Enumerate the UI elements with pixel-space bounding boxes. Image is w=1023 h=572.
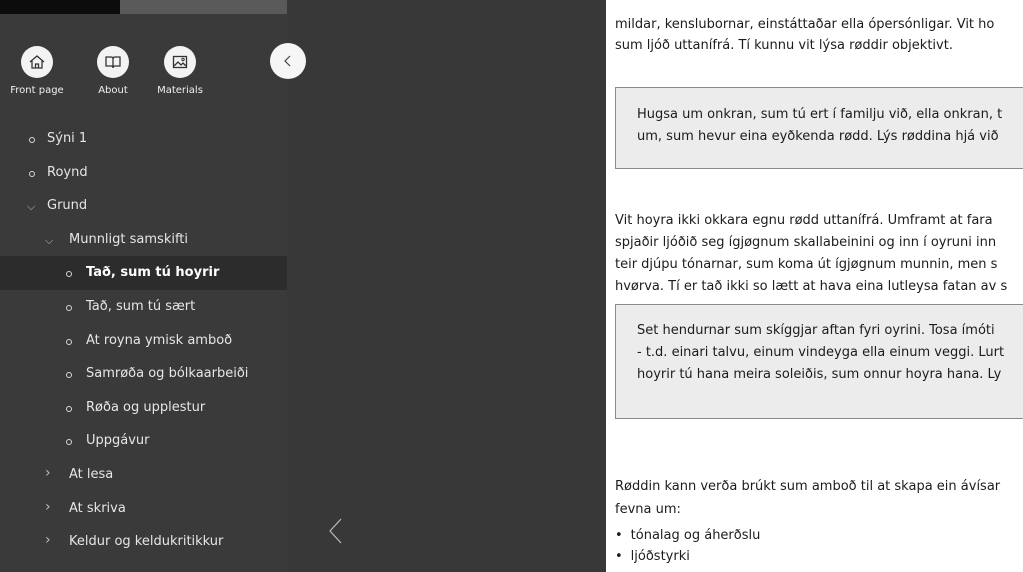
front-page-label: Front page [10, 85, 64, 96]
chevron-down-icon: ⌵ [45, 233, 54, 247]
paragraph-line: sum ljóð uttanífrá. Tí kunnu vit lýsa rø… [615, 38, 953, 53]
paragraph-line: teir djúpu tónarnar, sum koma út ígjøgnu… [615, 257, 998, 272]
chevron-left-icon [284, 55, 291, 67]
about-label: About [98, 85, 128, 96]
list-item: ljóðstyrki [615, 546, 760, 567]
materials-button[interactable]: Materials [145, 46, 215, 96]
sidebar-top-nav: Front page About Materials [0, 14, 287, 114]
home-icon [21, 46, 53, 78]
toc-item-label: Keldur og keldukritikkur [69, 534, 224, 550]
list-item: tónalag og áherðslu [615, 525, 761, 546]
toc-item-label: Tað, sum tú hoyrir [86, 265, 220, 281]
previous-page-button[interactable] [325, 516, 345, 550]
toc-item[interactable]: › At lesa [0, 458, 287, 492]
task-box: Set hendurnar sum skíggjar aftan fyri oy… [615, 304, 1023, 419]
bullet-list: tónalag og áherðslu ljóðstyrki [615, 525, 761, 567]
top-strip-dark [0, 0, 120, 14]
reader-gutter [287, 0, 606, 572]
table-of-contents: Sýni 1 Roynd ⌵ Grund ⌵ Munnligt samskifti Tað,… [0, 122, 287, 559]
toc-item-label: At skriva [69, 500, 126, 516]
toc-item-label: Roynd [47, 164, 88, 180]
toc-item-label: Sýni 1 [47, 131, 88, 146]
toc-item[interactable]: Røða og upplestur [0, 391, 287, 425]
toc-item[interactable]: Uppgávur [0, 424, 287, 458]
paragraph-line: hvørva. Tí er tað ikki so lætt at hava e… [615, 279, 1008, 294]
toc-item[interactable]: ⌵ Grund [0, 189, 287, 223]
toc-item-label: Munnligt samskifti [69, 231, 189, 247]
bullet-icon [66, 372, 72, 379]
toc-item[interactable]: Tað, sum tú sært [0, 290, 287, 324]
toc-item-label: At royna ymisk amboð [86, 332, 233, 348]
bullet-icon [29, 137, 35, 143]
book-icon [97, 46, 129, 78]
toc-item[interactable]: ⌵ Munnligt samskifti [0, 223, 287, 257]
task-line: Hugsa um onkran, sum tú ert í familju vi… [637, 107, 1003, 122]
toc-item-label: Samrøða og bólkaarbeiði [86, 366, 249, 382]
toc-item[interactable]: Tað, sum tú hoyrir [0, 256, 287, 290]
paragraph-line: spjaðir ljóðið seg ígjøgnum skallabeinin… [615, 235, 997, 250]
paragraph-line: fevna um: [615, 502, 681, 517]
toc-item[interactable]: › Keldur og keldukritikkur [0, 525, 287, 559]
chevron-right-icon: › [45, 498, 51, 515]
toc-item-label: Tað, sum tú sært [86, 298, 196, 314]
image-icon [164, 46, 196, 78]
toc-item[interactable]: Roynd [0, 156, 287, 190]
content-page: mildar, kenslubornar, einstáttaðar ella … [606, 0, 1023, 572]
toc-item-label: Uppgávur [86, 433, 150, 449]
task-line: hoyrir tú hana meira soleiðis, sum onnur… [637, 367, 1002, 382]
toc-item[interactable]: › At skriva [0, 492, 287, 526]
bullet-icon [29, 170, 35, 177]
front-page-button[interactable]: Front page [2, 46, 72, 96]
bullet-icon [66, 439, 72, 446]
sidebar: Front page About Materials Sýni 1 Roynd ⌵ G… [0, 0, 287, 572]
chevron-left-icon [329, 518, 342, 544]
paragraph-line: mildar, kenslubornar, einstáttaðar ella … [615, 17, 995, 32]
task-line: Set hendurnar sum skíggjar aftan fyri oy… [637, 323, 995, 338]
about-button[interactable]: About [78, 46, 148, 96]
chevron-right-icon: › [45, 464, 51, 481]
paragraph-line: Røddin kann verða brúkt sum amboð til at… [615, 479, 1001, 494]
top-strip [0, 0, 287, 14]
bullet-icon [66, 338, 72, 345]
bullet-icon [66, 304, 72, 311]
toc-item-label: Røða og upplestur [86, 399, 206, 415]
bullet-icon [66, 271, 72, 278]
materials-label: Materials [157, 85, 203, 96]
task-line: um, sum hevur eina eyðkenda rødd. Lýs rø… [637, 129, 999, 144]
task-box: Hugsa um onkran, sum tú ert í familju vi… [615, 87, 1023, 169]
chevron-right-icon: › [45, 532, 51, 549]
collapse-sidebar-button[interactable] [270, 43, 306, 79]
chevron-down-icon: ⌵ [27, 200, 36, 214]
toc-item-label: At lesa [69, 466, 114, 482]
task-line: - t.d. einari talvu, einum vindeyga ella… [637, 345, 1005, 360]
toc-item[interactable]: Samrøða og bólkaarbeiði [0, 357, 287, 391]
bullet-icon [66, 405, 72, 412]
toc-item[interactable]: Sýni 1 [0, 122, 287, 156]
toc-item-label: Grund [47, 198, 88, 214]
paragraph-line: Vit hoyra ikki okkara egnu rødd uttanífr… [615, 213, 993, 228]
toc-item[interactable]: At royna ymisk amboð [0, 324, 287, 358]
